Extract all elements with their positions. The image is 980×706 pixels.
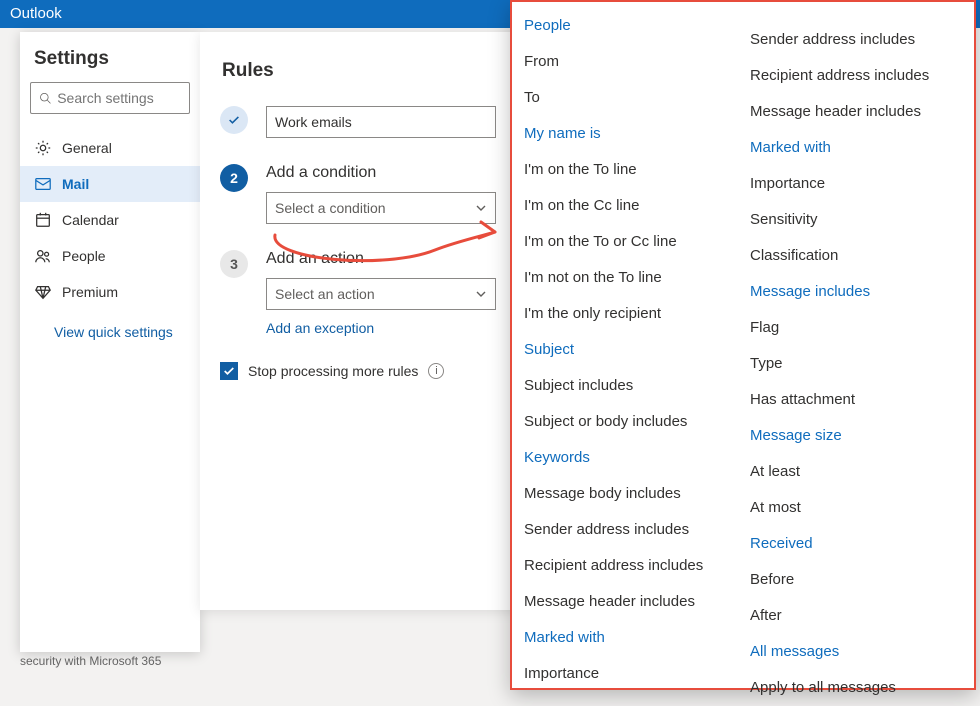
dropdown-option[interactable]: I'm on the Cc line xyxy=(512,188,738,224)
rule-name-input[interactable] xyxy=(266,106,496,138)
dropdown-option[interactable]: Before xyxy=(738,562,974,598)
sidebar-item-premium[interactable]: Premium xyxy=(20,274,200,310)
dropdown-option[interactable]: Classification xyxy=(738,238,974,274)
view-quick-settings-link[interactable]: View quick settings xyxy=(20,310,200,340)
search-input[interactable] xyxy=(57,90,181,106)
condition-select[interactable]: Select a condition xyxy=(266,192,496,224)
dropdown-option[interactable]: Recipient address includes xyxy=(738,58,974,94)
stop-processing-label: Stop processing more rules xyxy=(248,363,418,379)
dropdown-option[interactable]: Message body includes xyxy=(512,476,738,512)
dropdown-option[interactable]: Has attachment xyxy=(738,382,974,418)
dropdown-option[interactable]: I'm not on the To line xyxy=(512,260,738,296)
settings-panel: Settings General Mail Calendar People Pr… xyxy=(20,32,200,652)
step-2-badge: 2 xyxy=(220,164,248,192)
background-text: security with Microsoft 365 xyxy=(20,654,420,694)
check-icon xyxy=(223,365,235,377)
step-1-check-icon xyxy=(220,106,248,134)
dropdown-group-header: Subject xyxy=(512,332,738,368)
dropdown-option[interactable]: Flag xyxy=(738,310,974,346)
mail-icon xyxy=(34,175,52,193)
sidebar-item-general[interactable]: General xyxy=(20,130,200,166)
sidebar-item-people[interactable]: People xyxy=(20,238,200,274)
dropdown-option[interactable]: From xyxy=(512,44,738,80)
dropdown-option[interactable]: Importance xyxy=(738,166,974,202)
info-icon[interactable]: i xyxy=(428,363,444,379)
dropdown-group-header: My name is xyxy=(512,116,738,152)
dropdown-option[interactable]: Sensitivity xyxy=(738,202,974,238)
calendar-icon xyxy=(34,211,52,229)
people-icon xyxy=(34,247,52,265)
dropdown-group-header: Marked with xyxy=(512,620,738,656)
dropdown-group-header: Marked with xyxy=(738,130,974,166)
search-settings-box[interactable] xyxy=(30,82,190,114)
condition-placeholder: Select a condition xyxy=(275,200,386,216)
chevron-down-icon xyxy=(475,288,487,300)
sidebar-item-label: People xyxy=(62,248,106,264)
settings-title: Settings xyxy=(20,32,200,82)
dropdown-option[interactable]: Apply to all messages xyxy=(738,670,974,706)
add-exception-link[interactable]: Add an exception xyxy=(266,320,374,336)
sidebar-item-label: General xyxy=(62,140,112,156)
dropdown-option[interactable]: At least xyxy=(738,454,974,490)
gear-icon xyxy=(34,139,52,157)
dropdown-option[interactable]: Sender address includes xyxy=(512,512,738,548)
step-3-badge: 3 xyxy=(220,250,248,278)
sidebar-item-label: Calendar xyxy=(62,212,119,228)
dropdown-group-header: Message size xyxy=(738,418,974,454)
dropdown-option[interactable]: Subject or body includes xyxy=(512,404,738,440)
stop-processing-checkbox[interactable] xyxy=(220,362,238,380)
action-placeholder: Select an action xyxy=(275,286,375,302)
dropdown-option[interactable]: I'm on the To or Cc line xyxy=(512,224,738,260)
dropdown-option[interactable]: Recipient address includes xyxy=(512,548,738,584)
action-select[interactable]: Select an action xyxy=(266,278,496,310)
dropdown-option[interactable]: To xyxy=(512,80,738,116)
dropdown-group-header: Received xyxy=(738,526,974,562)
dropdown-group-header: All messages xyxy=(738,634,974,670)
dropdown-option[interactable]: At most xyxy=(738,490,974,526)
dropdown-option[interactable]: Importance xyxy=(512,656,738,692)
dropdown-option[interactable]: I'm on the To line xyxy=(512,152,738,188)
dropdown-option[interactable]: Subject includes xyxy=(512,368,738,404)
dropdown-group-header: People xyxy=(512,8,738,44)
dropdown-group-header: Message includes xyxy=(738,274,974,310)
dropdown-option[interactable]: Type xyxy=(738,346,974,382)
dropdown-option[interactable]: Sender address includes xyxy=(738,22,974,58)
condition-dropdown: PeopleFromToMy name isI'm on the To line… xyxy=(510,0,976,690)
diamond-icon xyxy=(34,283,52,301)
chevron-down-icon xyxy=(475,202,487,214)
dropdown-group-header: Keywords xyxy=(512,440,738,476)
dropdown-option[interactable]: I'm the only recipient xyxy=(512,296,738,332)
sidebar-item-label: Premium xyxy=(62,284,118,300)
sidebar-item-mail[interactable]: Mail xyxy=(20,166,200,202)
search-icon xyxy=(39,91,51,105)
dropdown-option[interactable]: Message header includes xyxy=(738,94,974,130)
dropdown-option[interactable]: Message header includes xyxy=(512,584,738,620)
sidebar-item-calendar[interactable]: Calendar xyxy=(20,202,200,238)
dropdown-option[interactable]: After xyxy=(738,598,974,634)
sidebar-item-label: Mail xyxy=(62,176,89,192)
